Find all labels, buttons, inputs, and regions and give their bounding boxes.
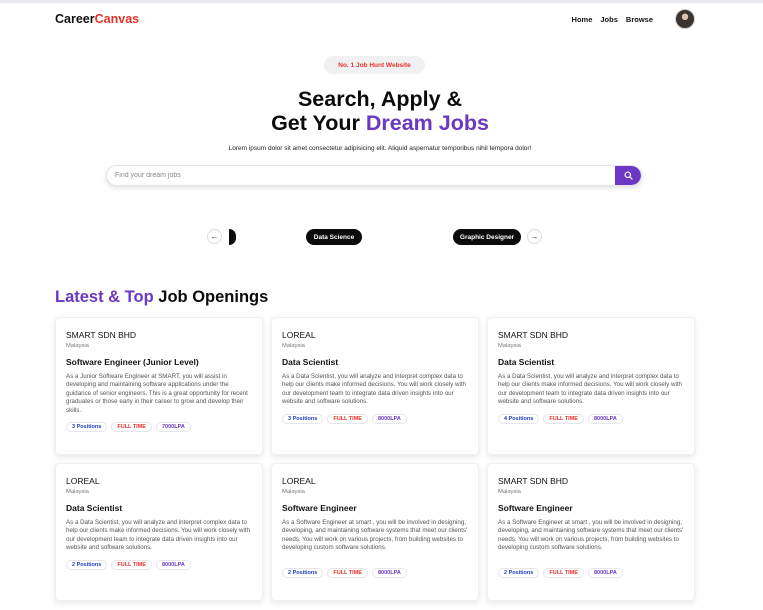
positions-badge: 4 Positions	[498, 414, 540, 424]
hero-subtitle: Lorem ipsum dolor sit amet consectetur a…	[228, 145, 532, 152]
section-title-rest: Job Openings	[153, 288, 269, 306]
logo-part2: Canvas	[94, 12, 140, 26]
positions-badge: 2 Positions	[282, 568, 324, 578]
job-title: Data Scientist	[66, 503, 123, 513]
logo[interactable]: CareerCanvas	[55, 12, 139, 26]
job-title: Data Scientist	[282, 357, 339, 367]
job-type-badge: FULL TIME	[111, 422, 152, 432]
job-description: As a Software Engineer at smart , you wi…	[498, 519, 684, 552]
job-card[interactable]: SMART SDN BHD Malaysia Software Engineer…	[487, 463, 695, 601]
job-title: Software Engineer	[498, 503, 573, 513]
job-tags: 2 Positions FULL TIME 8000LPA	[282, 568, 468, 578]
job-description: As a Data Scientist, you will analyze an…	[282, 373, 466, 406]
nav-link-browse[interactable]: Browse	[626, 15, 653, 24]
hero-title-line2-prefix: Get Your	[271, 111, 366, 135]
arrow-right-icon: →	[530, 232, 539, 241]
salary-badge: 8000LPA	[587, 414, 623, 424]
job-type-badge: FULL TIME	[327, 414, 368, 424]
job-description: As a Data Scientist, you will analyze an…	[66, 519, 250, 552]
category-chip-data-science[interactable]: Data Science	[306, 229, 362, 245]
job-location: Malaysia	[282, 489, 305, 495]
job-location: Malaysia	[66, 343, 89, 349]
job-tags: 2 Positions FULL TIME 8000LPA	[498, 568, 684, 578]
company-name: SMART SDN BHD	[66, 330, 137, 340]
job-type-badge: FULL TIME	[327, 568, 368, 578]
job-card[interactable]: SMART SDN BHD Malaysia Software Engineer…	[55, 317, 263, 455]
job-tags: 2 Positions FULL TIME 8000LPA	[66, 560, 252, 570]
salary-badge: 8000LPA	[371, 414, 407, 424]
job-grid: SMART SDN BHD Malaysia Software Engineer…	[55, 317, 695, 601]
job-tags: 3 Positions FULL TIME 7000LPA	[66, 422, 252, 432]
job-tags: 4 Positions FULL TIME 8000LPA	[498, 414, 684, 424]
positions-badge: 2 Positions	[66, 560, 108, 570]
company-name: LOREAL	[282, 476, 316, 486]
carousel-prev-button[interactable]: ←	[207, 229, 222, 244]
section-title: Latest & Top Job Openings	[55, 288, 268, 307]
positions-badge: 3 Positions	[282, 414, 324, 424]
job-description: As a Software Engineer at smart , you wi…	[282, 519, 468, 552]
job-card[interactable]: SMART SDN BHD Malaysia Data Scientist As…	[487, 317, 695, 455]
nav-links: Home Jobs Browse	[572, 9, 695, 29]
category-chip-partial[interactable]	[229, 229, 236, 245]
search-input[interactable]	[107, 166, 615, 185]
logo-part1: Career	[55, 12, 95, 26]
job-location: Malaysia	[282, 343, 305, 349]
category-chip-graphic-designer[interactable]: Graphic Designer	[453, 229, 521, 245]
salary-badge: 8000LPA	[371, 568, 407, 578]
hero-title: Search, Apply & Get Your Dream Jobs	[180, 87, 580, 135]
carousel-next-button[interactable]: →	[527, 229, 542, 244]
job-type-badge: FULL TIME	[111, 560, 152, 570]
job-title: Software Engineer	[282, 503, 357, 513]
search-button[interactable]	[615, 166, 641, 185]
company-name: SMART SDN BHD	[498, 330, 569, 340]
salary-badge: 7000LPA	[155, 422, 191, 432]
job-description: As a Junior Software Engineer at SMART, …	[66, 373, 248, 414]
search-bar	[106, 165, 642, 186]
nav-link-home[interactable]: Home	[572, 15, 593, 24]
search-icon	[623, 171, 633, 180]
job-description: As a Data Scientist, you will analyze an…	[498, 373, 682, 406]
arrow-left-icon: ←	[210, 232, 219, 241]
job-title: Software Engineer (Junior Level)	[66, 357, 199, 367]
job-card[interactable]: LOREAL Malaysia Data Scientist As a Data…	[271, 317, 479, 455]
job-location: Malaysia	[66, 489, 89, 495]
job-card[interactable]: LOREAL Malaysia Software Engineer As a S…	[271, 463, 479, 601]
job-card[interactable]: LOREAL Malaysia Data Scientist As a Data…	[55, 463, 263, 601]
company-name: SMART SDN BHD	[498, 476, 569, 486]
user-avatar[interactable]	[675, 9, 695, 29]
job-title: Data Scientist	[498, 357, 555, 367]
company-name: LOREAL	[66, 476, 100, 486]
job-type-badge: FULL TIME	[543, 414, 584, 424]
hero-badge: No. 1 Job Hunt Website	[324, 56, 425, 74]
job-location: Malaysia	[498, 489, 521, 495]
nav-link-jobs[interactable]: Jobs	[600, 15, 618, 24]
salary-badge: 8000LPA	[155, 560, 191, 570]
company-name: LOREAL	[282, 330, 316, 340]
job-tags: 3 Positions FULL TIME 8000LPA	[282, 414, 468, 424]
positions-badge: 3 Positions	[66, 422, 108, 432]
navbar: CareerCanvas Home Jobs Browse	[55, 9, 695, 29]
section-title-highlight: Latest & Top	[55, 288, 154, 306]
job-type-badge: FULL TIME	[543, 568, 584, 578]
hero-title-highlight: Dream Jobs	[365, 111, 489, 135]
job-location: Malaysia	[498, 343, 521, 349]
positions-badge: 2 Positions	[498, 568, 540, 578]
top-border	[0, 0, 763, 3]
hero-title-line1: Search, Apply &	[297, 87, 463, 111]
salary-badge: 8000LPA	[587, 568, 623, 578]
